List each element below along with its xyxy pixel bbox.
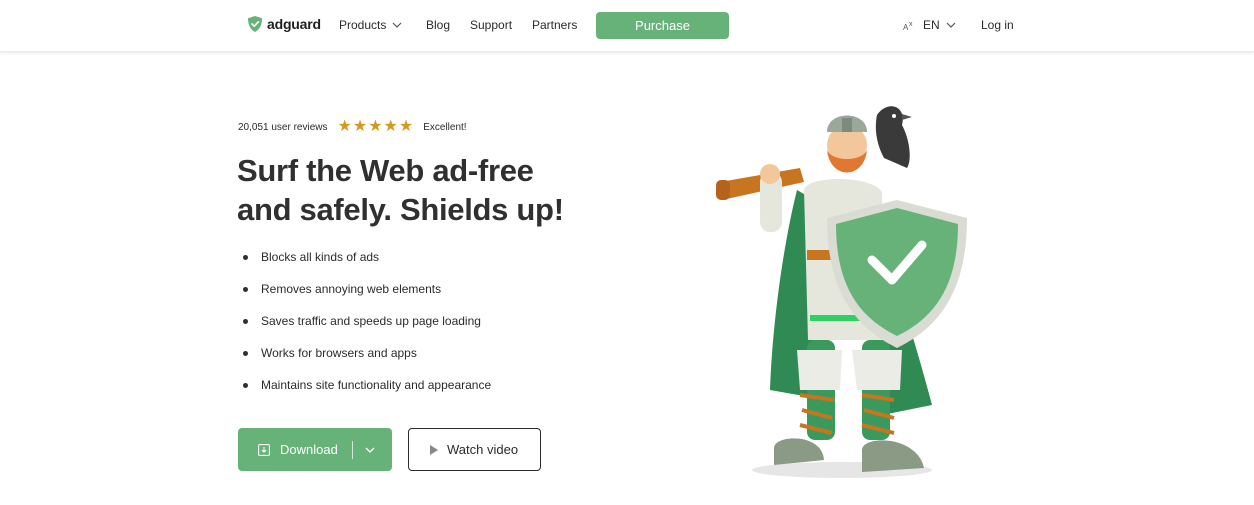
bullet-icon: [243, 287, 248, 292]
nav-support[interactable]: Support: [470, 18, 512, 32]
logo[interactable]: adguard: [248, 16, 321, 32]
feature-text: Works for browsers and apps: [261, 346, 417, 360]
feature-text: Maintains site functionality and appeara…: [261, 378, 492, 392]
rating-stars: ★ ★ ★ ★ ★: [337, 118, 414, 135]
star-icon: ★: [368, 118, 383, 135]
login-label: Log in: [981, 18, 1014, 32]
chevron-down-icon[interactable]: [365, 447, 375, 453]
reviews-count: 20,051 user reviews: [238, 121, 328, 133]
feature-text: Removes annoying web elements: [261, 282, 442, 296]
feature-item: Blocks all kinds of ads: [240, 250, 491, 282]
feature-item: Works for browsers and apps: [240, 346, 491, 378]
viking-mascot-illustration: [716, 106, 967, 478]
bullet-icon: [243, 383, 248, 388]
language-selector[interactable]: A x EN: [903, 18, 956, 32]
hero-headline: Surf the Web ad-free and safely. Shields…: [237, 151, 657, 229]
feature-list: Blocks all kinds of ads Removes annoying…: [240, 250, 491, 410]
feature-item: Saves traffic and speeds up page loading: [240, 314, 491, 346]
nav-partners-label: Partners: [532, 18, 578, 32]
star-icon: ★: [352, 118, 368, 135]
watch-video-button[interactable]: Watch video: [408, 428, 541, 471]
nav-blog-label: Blog: [426, 18, 451, 32]
bullet-icon: [243, 319, 248, 324]
shield-logo-icon: [248, 16, 262, 32]
purchase-button-label: Purchase: [635, 18, 690, 33]
svg-text:x: x: [909, 21, 913, 28]
download-icon: [258, 443, 270, 456]
login-link[interactable]: Log in: [981, 18, 1014, 32]
language-label: EN: [923, 18, 940, 32]
bullet-icon: [243, 255, 248, 260]
download-label: Download: [280, 442, 338, 457]
nav-partners[interactable]: Partners: [532, 18, 577, 32]
star-icon: ★: [383, 118, 398, 135]
nav-blog[interactable]: Blog: [426, 18, 450, 32]
download-button[interactable]: Download: [238, 428, 392, 471]
feature-text: Blocks all kinds of ads: [261, 250, 380, 264]
bullet-icon: [243, 351, 248, 356]
watch-video-label: Watch video: [447, 442, 519, 457]
rating-label: Excellent!: [423, 121, 467, 133]
nav-products[interactable]: Products: [339, 18, 402, 32]
logo-text: adguard: [267, 16, 321, 32]
play-icon: [430, 444, 438, 455]
feature-item: Removes annoying web elements: [240, 282, 491, 314]
headline-line-2: and safely. Shields up!: [237, 192, 564, 227]
chevron-down-icon: [392, 22, 402, 28]
nav-support-label: Support: [470, 18, 513, 32]
feature-text: Saves traffic and speeds up page loading: [261, 314, 481, 328]
purchase-button[interactable]: Purchase: [596, 12, 729, 39]
nav-products-label: Products: [339, 18, 387, 32]
site-header: adguard Products Blog Support Partners P…: [0, 0, 1254, 52]
star-icon: ★: [398, 118, 414, 135]
translate-icon: A x: [903, 21, 913, 31]
button-divider: [351, 440, 353, 459]
chevron-down-icon: [946, 22, 956, 28]
headline-line-1: Surf the Web ad-free: [237, 153, 534, 188]
star-icon: ★: [337, 118, 352, 135]
reviews-summary: 20,051 user reviews ★ ★ ★ ★ ★ Excellent!: [238, 118, 467, 135]
feature-item: Maintains site functionality and appeara…: [240, 378, 491, 410]
